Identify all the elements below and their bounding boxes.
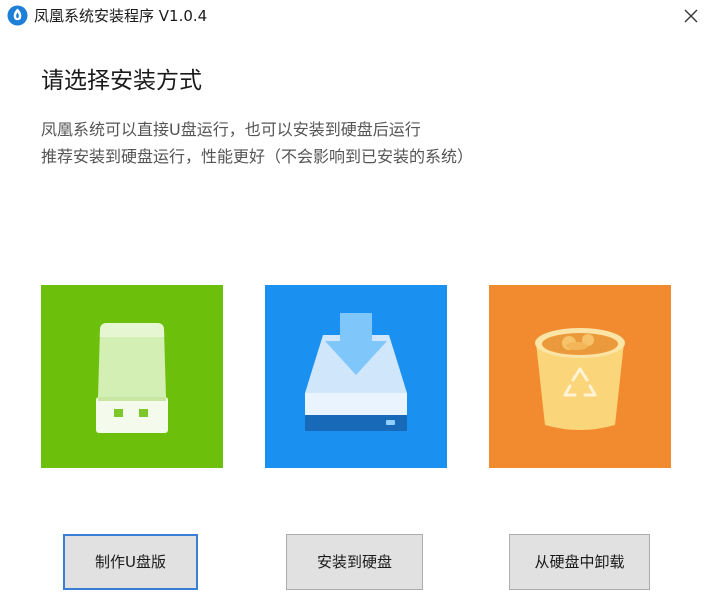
make-usb-tile[interactable]: [41, 285, 223, 468]
uninstall-tile[interactable]: [489, 285, 671, 468]
install-to-disk-icon: [265, 285, 447, 468]
recycle-bin-icon: [489, 285, 671, 468]
install-disk-tile[interactable]: [265, 285, 447, 468]
close-button[interactable]: [676, 2, 708, 30]
phoenix-app-icon: [7, 5, 28, 26]
uninstall-from-disk-button[interactable]: 从硬盘中卸载: [509, 534, 650, 590]
window-title: 凤凰系统安装程序 V1.0.4: [34, 7, 208, 25]
close-icon: [684, 9, 698, 23]
description-line-1: 凤凰系统可以直接U盘运行，也可以安装到硬盘后运行: [41, 120, 421, 139]
make-usb-button[interactable]: 制作U盘版: [63, 534, 198, 590]
install-to-disk-button[interactable]: 安装到硬盘: [286, 534, 423, 590]
description-line-2: 推荐安装到硬盘运行，性能更好（不会影响到已安装的系统）: [41, 147, 474, 166]
usb-drive-icon: [41, 285, 223, 468]
title-bar: 凤凰系统安装程序 V1.0.4: [0, 0, 712, 32]
page-heading: 请选择安装方式: [41, 68, 202, 94]
